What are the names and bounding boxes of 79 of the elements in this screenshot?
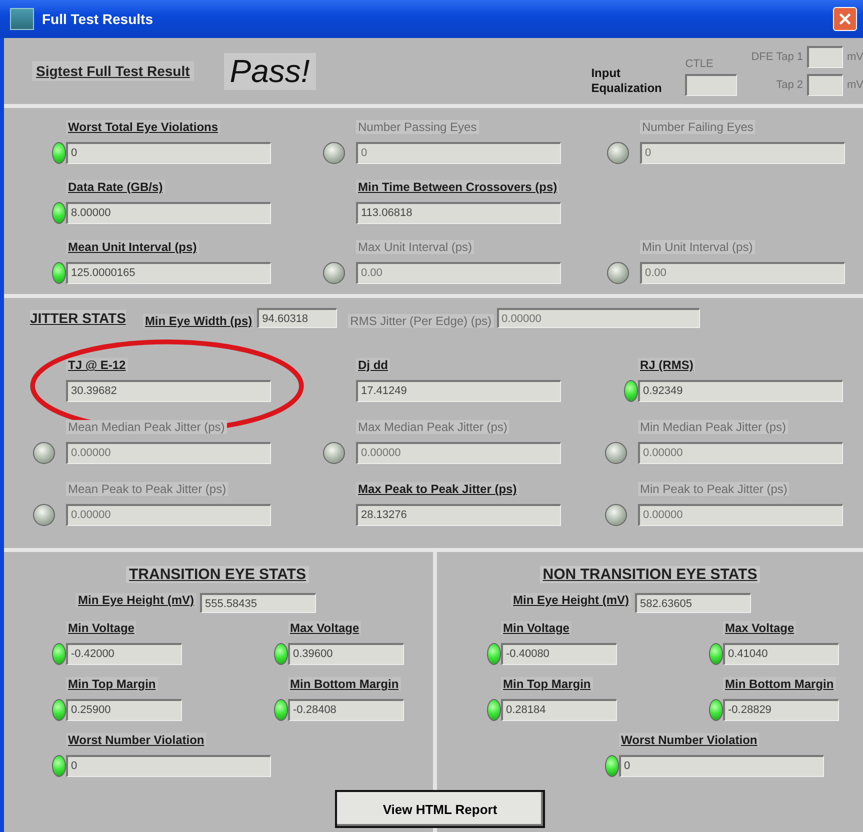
field-label: Max Median Peak Jitter (ps) <box>356 420 510 434</box>
close-icon <box>839 13 851 25</box>
value-field: 0.00000 <box>66 504 271 526</box>
field-label: Data Rate (GB/s) <box>66 180 165 194</box>
field-label: Min Time Between Crossovers (ps) <box>356 180 560 194</box>
field-label: Min Peak to Peak Jitter (ps) <box>638 482 790 496</box>
field-label: CTLE <box>685 58 714 70</box>
value-field: 0 <box>66 142 271 164</box>
value-field: -0.28408 <box>288 699 404 721</box>
field-label: Number Failing Eyes <box>640 120 756 134</box>
field-label: Min Unit Interval (ps) <box>640 240 755 254</box>
value-field: 0.41040 <box>723 643 839 665</box>
input-field[interactable] <box>807 74 843 96</box>
field-label: Max Peak to Peak Jitter (ps) <box>356 482 519 496</box>
value-field: 125.0000165 <box>66 262 271 284</box>
value-field: 8.00000 <box>66 202 271 224</box>
field-label: Min Voltage <box>66 621 136 635</box>
value-field: -0.42000 <box>66 643 182 665</box>
value-field: 0.00000 <box>66 442 271 464</box>
section-title: JITTER STATS <box>30 310 126 326</box>
value-field: 0.00000 <box>638 442 843 464</box>
value-field: 30.39682 <box>66 380 271 402</box>
value-field: 0.92349 <box>638 380 843 402</box>
value-field: 0 <box>619 755 824 777</box>
value-field: 0.00000 <box>356 442 561 464</box>
value-field: 0 <box>356 142 561 164</box>
field-label: Min Bottom Margin <box>288 677 401 691</box>
value-field: 555.58435 <box>200 593 316 613</box>
value-field: 0.00 <box>640 262 845 284</box>
section-title: NON TRANSITION EYE STATS <box>540 566 760 583</box>
result-text: Pass! <box>224 52 316 90</box>
field-label: Max Voltage <box>288 621 362 635</box>
field-label: TJ @ E-12 <box>66 358 128 372</box>
value-field: 0.28184 <box>501 699 617 721</box>
value-field: 582.63605 <box>635 593 752 613</box>
field-label: Mean Median Peak Jitter (ps) <box>66 420 227 434</box>
value-field: 113.06818 <box>356 202 561 224</box>
field-label: Min Eye Height (mV) <box>511 593 632 607</box>
field-label: Min Top Margin <box>501 677 593 691</box>
value-field: -0.40080 <box>501 643 617 665</box>
close-button[interactable] <box>833 7 857 31</box>
app-icon <box>10 8 34 30</box>
value-field: 0.25900 <box>66 699 182 721</box>
value-field: 17.41249 <box>356 380 561 402</box>
input-field[interactable] <box>685 74 738 96</box>
value-field: 94.60318 <box>257 308 338 328</box>
value-field: -0.28829 <box>723 699 839 721</box>
field-label: Min Eye Width (ps) <box>142 314 254 328</box>
field-label: Min Voltage <box>501 621 572 635</box>
value-field: 0.39600 <box>288 643 404 665</box>
field-label: RMS Jitter (Per Edge) (ps) <box>348 314 494 328</box>
input-field[interactable] <box>807 46 843 68</box>
field-label: Dj dd <box>356 358 390 372</box>
field-label: Tap 2 <box>776 79 803 91</box>
field-label: Max Voltage <box>723 621 796 635</box>
field-label: Min Top Margin <box>66 677 158 691</box>
value-field: 0.00000 <box>638 504 843 526</box>
section-title: TRANSITION EYE STATS <box>126 566 309 583</box>
field-label: Mean Peak to Peak Jitter (ps) <box>66 482 228 496</box>
value-field: 0.00 <box>356 262 561 284</box>
field-label: Min Median Peak Jitter (ps) <box>638 420 788 434</box>
field-label: Mean Unit Interval (ps) <box>66 240 199 254</box>
field-label: Worst Total Eye Violations <box>66 120 220 134</box>
field-label: Min Bottom Margin <box>723 677 836 691</box>
field-label: Worst Number Violation <box>619 733 760 747</box>
value-field: 28.13276 <box>356 504 561 526</box>
field-label: Worst Number Violation <box>66 733 206 747</box>
view-report-button[interactable]: View HTML Report <box>335 790 545 828</box>
window-title: Full Test Results <box>42 11 154 27</box>
field-label: Min Eye Height (mV) <box>76 593 196 607</box>
value-field: 0.00000 <box>496 308 700 328</box>
field-label: Number Passing Eyes <box>356 120 479 134</box>
field-label: DFE Tap 1 <box>751 51 803 63</box>
result-heading: Sigtest Full Test Result <box>32 61 194 81</box>
field-label: Max Unit Interval (ps) <box>356 240 474 254</box>
value-field: 0 <box>640 142 845 164</box>
value-field: 0 <box>66 755 271 777</box>
equalization-label: Input Equalization <box>591 66 663 96</box>
field-label: RJ (RMS) <box>638 358 696 372</box>
